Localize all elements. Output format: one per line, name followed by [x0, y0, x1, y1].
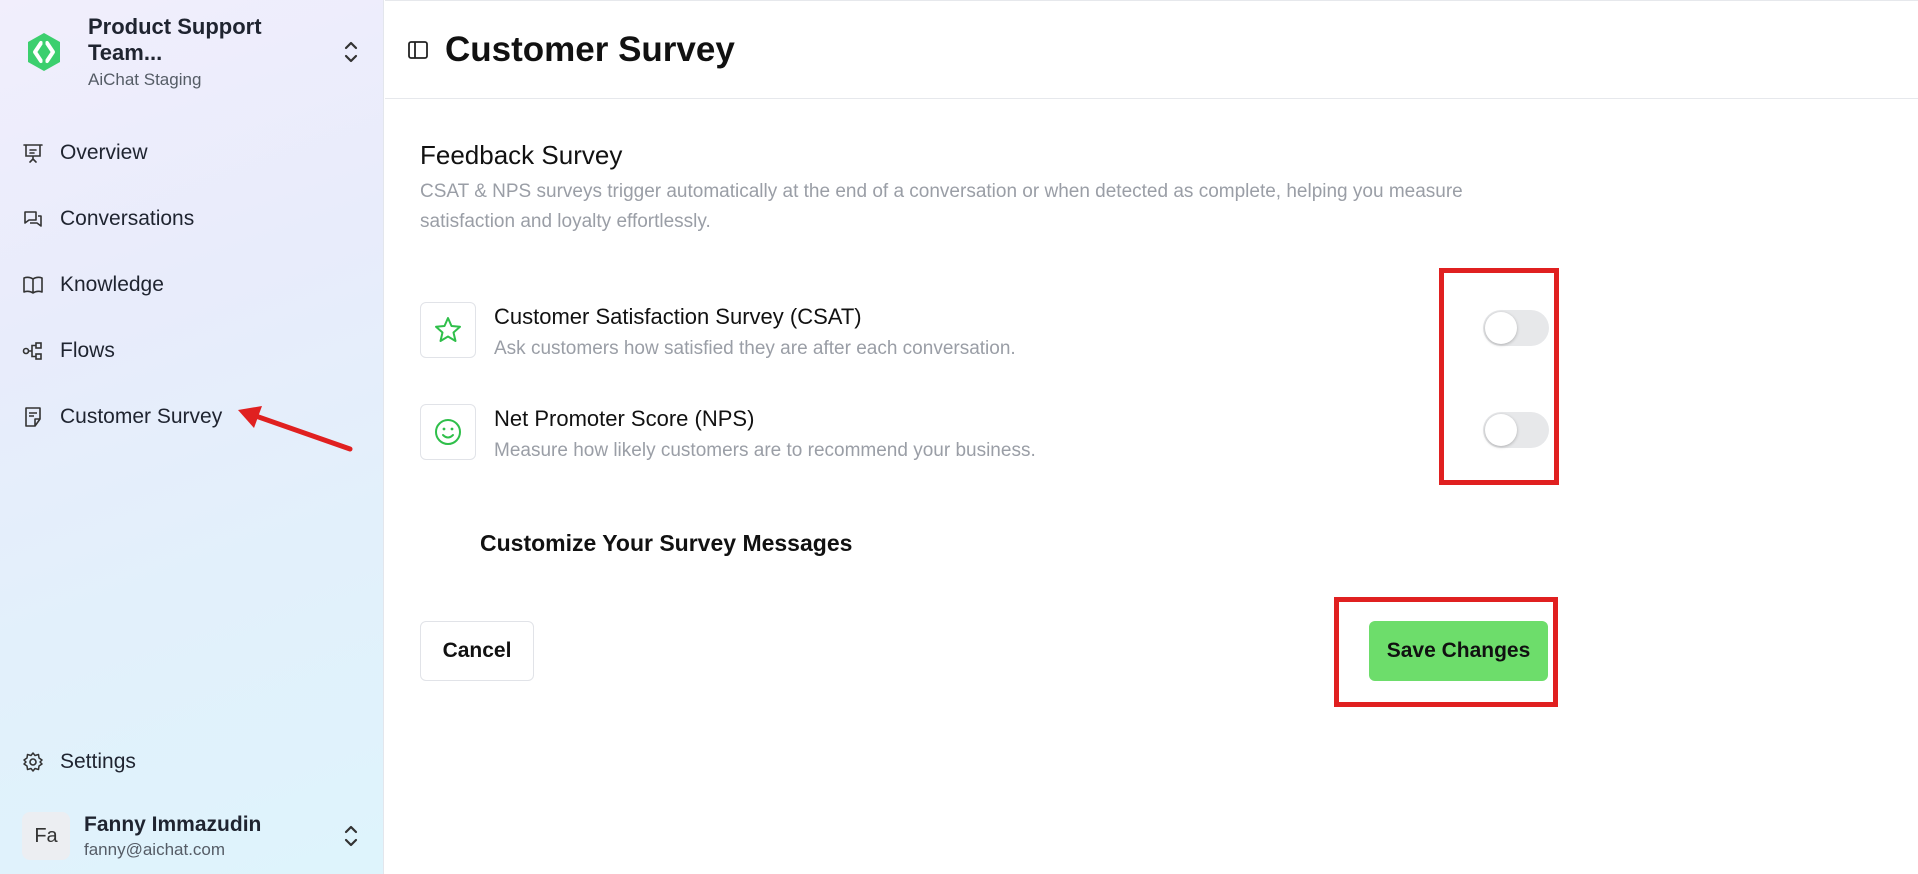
workspace-switcher[interactable]: Product Support Team... AiChat Staging	[22, 14, 362, 89]
save-highlight-box	[1334, 597, 1558, 707]
avatar: Fa	[22, 812, 70, 860]
user-email: fanny@aichat.com	[84, 839, 226, 859]
flow-icon	[22, 342, 42, 360]
nps-title: Net Promoter Score (NPS)	[494, 406, 755, 431]
sidebar-item-label: Flows	[60, 339, 115, 362]
toggles-highlight-box	[1439, 268, 1559, 485]
customize-heading[interactable]: Customize Your Survey Messages	[480, 530, 852, 557]
page-title: Customer Survey	[445, 29, 735, 69]
sidebar-item-label: Overview	[60, 141, 148, 164]
section-title: Feedback Survey	[420, 140, 623, 170]
settings-label: Settings	[60, 750, 136, 773]
aichat-logo-icon	[28, 33, 60, 71]
sidebar-item-overview[interactable]: Overview	[22, 120, 362, 186]
book-icon	[23, 276, 43, 294]
chat-icon	[24, 211, 42, 227]
workspace-subtitle: AiChat Staging	[88, 70, 202, 89]
main-content: Customer Survey Feedback Survey CSAT & N…	[385, 0, 1918, 874]
star-icon	[420, 302, 476, 358]
sidebar-item-label: Conversations	[60, 207, 195, 230]
cancel-button[interactable]: Cancel	[420, 621, 534, 681]
sidebar-item-settings[interactable]: Settings	[22, 742, 136, 782]
sidebar-item-knowledge[interactable]: Knowledge	[22, 252, 362, 318]
user-menu[interactable]: Fa Fanny Immazudin fanny@aichat.com	[22, 808, 362, 864]
smile-icon	[420, 404, 476, 460]
chevron-up-down-icon[interactable]	[340, 821, 362, 851]
document-icon	[25, 407, 41, 427]
sidebar: Product Support Team... AiChat Staging O…	[0, 0, 384, 874]
presentation-icon	[23, 144, 43, 163]
sidebar-toggle-icon[interactable]	[407, 39, 429, 61]
chevron-up-down-icon[interactable]	[340, 37, 362, 67]
annotation-arrow	[238, 406, 353, 452]
csat-title: Customer Satisfaction Survey (CSAT)	[494, 304, 862, 329]
page-header: Customer Survey	[385, 0, 1918, 99]
user-name: Fanny Immazudin	[84, 812, 262, 836]
sidebar-item-conversations[interactable]: Conversations	[22, 186, 362, 252]
nps-description: Measure how likely customers are to reco…	[494, 440, 1036, 461]
section-description: CSAT & NPS surveys trigger automatically…	[420, 181, 1463, 232]
csat-description: Ask customers how satisfied they are aft…	[494, 338, 1016, 359]
feedback-section: Feedback Survey CSAT & NPS surveys trigg…	[420, 140, 1620, 237]
sidebar-item-label: Customer Survey	[60, 405, 223, 428]
sidebar-item-flows[interactable]: Flows	[22, 318, 362, 384]
gear-icon	[23, 752, 43, 772]
workspace-name: Product Support Team...	[88, 14, 262, 65]
sidebar-item-label: Knowledge	[60, 273, 164, 296]
